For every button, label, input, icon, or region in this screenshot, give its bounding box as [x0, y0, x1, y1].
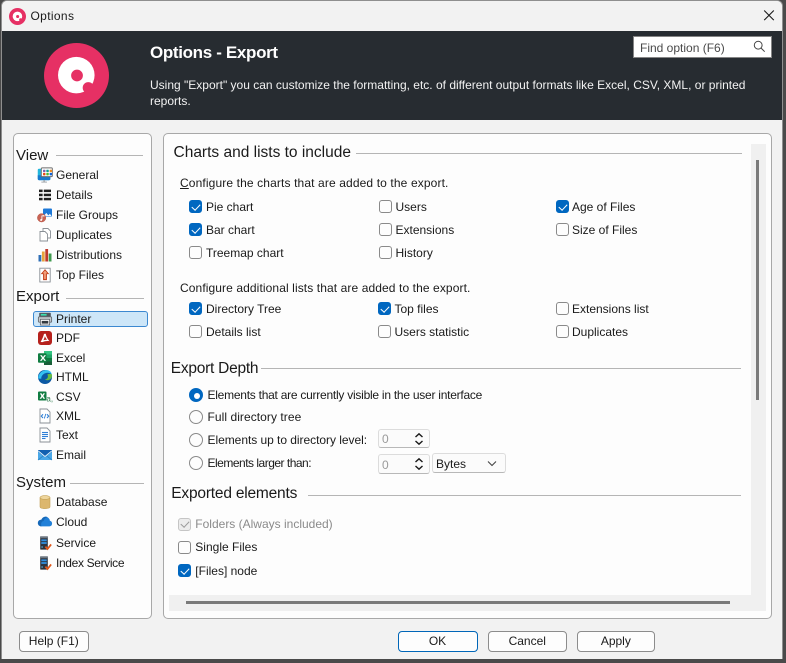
- svg-text:a,: a,: [46, 394, 53, 403]
